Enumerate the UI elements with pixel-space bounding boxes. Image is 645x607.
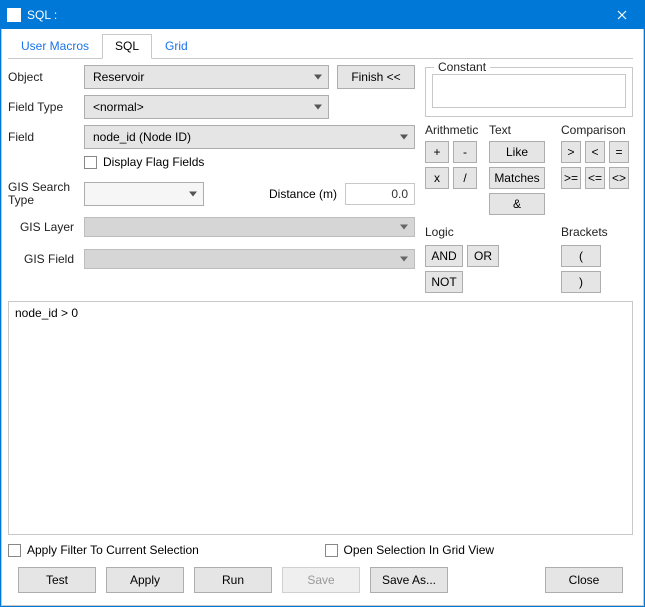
gis-search-row: GIS Search Type Distance (m) [8,181,415,207]
field-type-row: Field Type <normal> [8,95,415,119]
text-label: Text [489,123,561,137]
minus-button[interactable]: - [453,141,477,163]
close-icon [617,10,627,20]
window-title: SQL : [27,8,604,22]
gis-field-label: GIS Field [8,252,76,266]
like-button[interactable]: Like [489,141,545,163]
tab-strip: User Macros SQL Grid [8,33,633,59]
chevron-down-icon [400,257,408,262]
footer-checks: Apply Filter To Current Selection Open S… [8,543,633,557]
operator-column: Constant Arithmetic Text Comparison + - [425,65,633,293]
gis-search-type-label: GIS Search Type [8,181,76,207]
eq-button[interactable]: = [609,141,629,163]
brackets-label: Brackets [561,225,633,239]
object-row: Object Reservoir Finish << [8,65,415,89]
neq-button[interactable]: <> [609,167,629,189]
client-area: User Macros SQL Grid Object Reservoir Fi… [1,29,644,606]
comparison-column: > < = >= <= <> [561,141,633,215]
field-row: Field node_id (Node ID) [8,125,415,149]
close-paren-button[interactable]: ) [561,271,601,293]
distance-input[interactable] [345,183,415,205]
brackets-column: Brackets ( ) [561,225,633,293]
logic-column: Logic AND OR NOT [425,225,561,293]
field-select[interactable]: node_id (Node ID) [84,125,415,149]
multiply-button[interactable]: x [425,167,449,189]
footer-buttons: Test Apply Run Save Save As... Close [8,567,633,597]
chevron-down-icon [189,192,197,197]
field-label: Field [8,130,76,144]
object-select[interactable]: Reservoir [84,65,329,89]
logic-label: Logic [425,225,561,239]
apply-filter-label: Apply Filter To Current Selection [27,543,199,557]
gis-field-row: GIS Field [8,249,415,269]
operators-header: Arithmetic Text Comparison [425,123,633,137]
constant-legend: Constant [434,60,490,74]
chevron-down-icon [314,75,322,80]
tab-sql[interactable]: SQL [102,34,152,59]
display-flag-checkbox[interactable] [84,156,97,169]
display-flag-label: Display Flag Fields [103,155,204,169]
tab-grid[interactable]: Grid [152,34,201,59]
field-value: node_id (Node ID) [93,130,191,144]
plus-button[interactable]: + [425,141,449,163]
gis-search-type-select[interactable] [84,182,204,206]
comparison-label: Comparison [561,123,633,137]
saveas-button[interactable]: Save As... [370,567,448,593]
finish-button[interactable]: Finish << [337,65,415,89]
object-value: Reservoir [93,70,144,84]
open-grid-checkbox[interactable] [325,544,338,557]
arith-column: + - x / [425,141,489,215]
display-flag-row: Display Flag Fields [84,155,415,169]
test-button[interactable]: Test [18,567,96,593]
apply-filter-checkbox[interactable] [8,544,21,557]
arithmetic-label: Arithmetic [425,123,489,137]
or-button[interactable]: OR [467,245,499,267]
sql-window: SQL : User Macros SQL Grid Object Reserv… [0,0,645,607]
distance-label: Distance (m) [269,187,337,201]
apply-button[interactable]: Apply [106,567,184,593]
run-button[interactable]: Run [194,567,272,593]
gte-button[interactable]: >= [561,167,581,189]
gis-layer-label: GIS Layer [8,220,76,234]
tab-user-macros[interactable]: User Macros [8,34,102,59]
object-label: Object [8,70,76,84]
sql-textarea[interactable]: node_id > 0 [8,301,633,535]
divide-button[interactable]: / [453,167,477,189]
form-column: Object Reservoir Finish << Field Type <n… [8,65,415,293]
close-window-button[interactable] [604,1,640,29]
gis-field-select[interactable] [84,249,415,269]
not-button[interactable]: NOT [425,271,463,293]
and-button[interactable]: AND [425,245,463,267]
logic-brackets-row: Logic AND OR NOT Brackets ( ) [425,225,633,293]
constant-input[interactable] [432,74,626,108]
text-column: Like Matches & [489,141,561,215]
chevron-down-icon [400,135,408,140]
upper-panel: Object Reservoir Finish << Field Type <n… [8,65,633,293]
concat-button[interactable]: & [489,193,545,215]
open-paren-button[interactable]: ( [561,245,601,267]
field-type-label: Field Type [8,100,76,114]
gis-layer-select[interactable] [84,217,415,237]
lte-button[interactable]: <= [585,167,605,189]
gt-button[interactable]: > [561,141,581,163]
constant-fieldset: Constant [425,67,633,117]
close-button[interactable]: Close [545,567,623,593]
chevron-down-icon [314,105,322,110]
chevron-down-icon [400,225,408,230]
matches-button[interactable]: Matches [489,167,545,189]
open-grid-label: Open Selection In Grid View [344,543,495,557]
save-button: Save [282,567,360,593]
gis-layer-row: GIS Layer [8,217,415,237]
field-type-select[interactable]: <normal> [84,95,329,119]
titlebar: SQL : [1,1,644,29]
app-icon [7,8,21,22]
lt-button[interactable]: < [585,141,605,163]
field-type-value: <normal> [93,100,144,114]
operators-row: + - x / Like Matches & [425,141,633,215]
